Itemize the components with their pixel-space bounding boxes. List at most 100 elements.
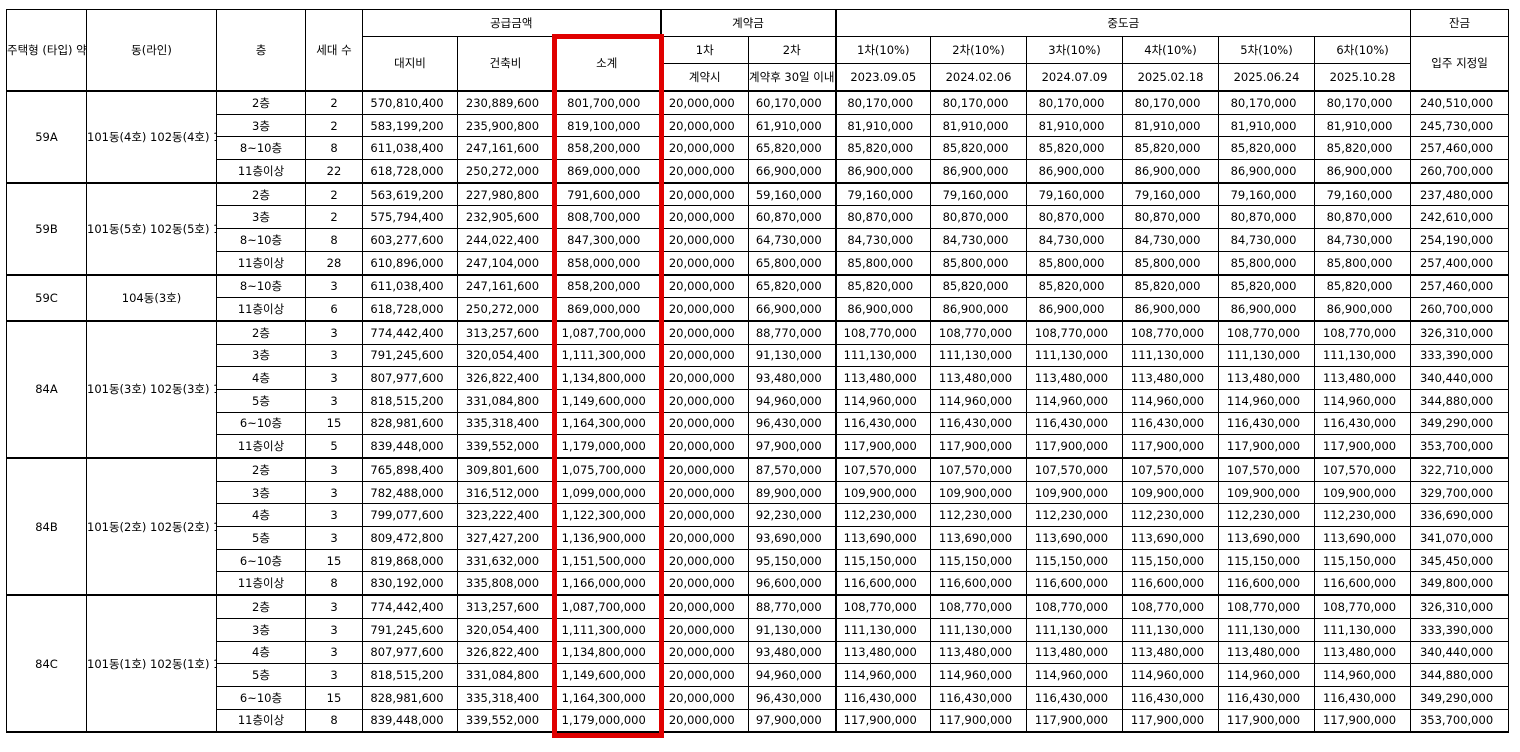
header-deposit: 계약금 [659,9,836,37]
middle-5-cell: 107,570,000 [1218,457,1315,482]
units-cell: 8 [305,136,363,161]
building-cell: 250,272,000 [457,159,554,184]
middle-1-cell: 108,770,000 [834,594,931,619]
floor-cell: 6~10층 [216,685,306,710]
middle-6-cell: 81,910,000 [1313,113,1412,138]
middle-4-cell: 80,870,000 [1122,205,1219,230]
middle-2-cell: 81,910,000 [930,113,1027,138]
header-middle-4-date: 2025.02.18 [1122,63,1219,92]
middle-6-cell: 113,480,000 [1313,640,1412,665]
land-cell: 791,245,600 [362,617,458,642]
middle-6-cell: 113,480,000 [1313,366,1412,390]
middle-6-cell: 117,900,000 [1313,708,1412,734]
middle-1-cell: 109,900,000 [834,480,931,505]
middle-4-cell: 107,570,000 [1122,457,1219,482]
middle-1-cell: 114,960,000 [834,388,931,413]
table-row: 59A101동(4호) 102동(4호) 103동(4호) 104동(2,5호)… [6,90,1510,184]
units-cell: 3 [305,640,363,665]
middle-5-cell: 114,960,000 [1218,663,1315,687]
deposit-2-cell: 66,900,000 [748,297,836,322]
units-cell: 5 [305,434,363,460]
middle-1-cell: 113,690,000 [834,526,931,550]
header-balance-when: 입주 지정일 [1410,36,1510,92]
middle-4-cell: 114,960,000 [1122,663,1219,687]
middle-3-cell: 79,160,000 [1026,182,1123,207]
deposit-2-cell: 64,730,000 [748,228,836,252]
land-cell: 791,245,600 [362,343,458,368]
units-cell: 3 [305,366,363,390]
middle-3-cell: 113,690,000 [1026,526,1123,550]
middle-5-cell: 111,130,000 [1218,617,1315,642]
subtotal-cell: 1,111,300,000 [553,617,661,642]
deposit-1-cell: 20,000,000 [659,457,749,482]
units-cell: 2 [305,182,363,207]
middle-4-cell: 115,150,000 [1122,548,1219,573]
middle-6-cell: 79,160,000 [1313,182,1412,207]
middle-5-cell: 85,800,000 [1218,250,1315,276]
building-cell: 326,822,400 [457,640,554,665]
land-cell: 818,515,200 [362,388,458,413]
balance-cell: 341,070,000 [1410,526,1510,550]
subtotal-cell: 1,164,300,000 [553,411,661,436]
middle-3-cell: 85,820,000 [1026,273,1123,299]
land-cell: 618,728,000 [362,159,458,184]
subtotal-cell: 819,100,000 [553,113,661,138]
balance-cell: 322,710,000 [1410,457,1510,482]
subtotal-cell: 858,200,000 [553,136,661,161]
middle-6-cell: 112,230,000 [1313,503,1412,528]
middle-5-cell: 80,870,000 [1218,205,1315,230]
land-cell: 839,448,000 [362,708,458,734]
middle-3-cell: 80,170,000 [1026,90,1123,115]
land-cell: 563,619,200 [362,182,458,207]
middle-1-cell: 116,600,000 [834,571,931,597]
floor-cell: 2층 [216,182,306,207]
middle-5-cell: 114,960,000 [1218,388,1315,413]
land-cell: 570,810,400 [362,90,458,115]
table-row: 84A101동(3호) 102동(3호) 103동(3호)2층3774,442,… [6,320,1510,460]
middle-1-cell: 80,170,000 [834,90,931,115]
middle-5-cell: 80,170,000 [1218,90,1315,115]
middle-4-cell: 117,900,000 [1122,708,1219,734]
subtotal-cell: 869,000,000 [553,159,661,184]
header-middle-2-date: 2024.02.06 [930,63,1027,92]
floor-cell: 2층 [216,594,306,619]
floor-cell: 11층이상 [216,297,306,322]
middle-6-cell: 107,570,000 [1313,457,1412,482]
middle-3-cell: 85,820,000 [1026,136,1123,161]
middle-3-cell: 116,600,000 [1026,571,1123,597]
header-deposit-2-when: 계약후 30일 이내 [748,63,836,92]
balance-cell: 257,460,000 [1410,136,1510,161]
deposit-2-cell: 92,230,000 [748,503,836,528]
type-cell: 84C [6,594,87,734]
middle-4-cell: 108,770,000 [1122,320,1219,345]
units-cell: 28 [305,250,363,276]
deposit-2-cell: 88,770,000 [748,594,836,619]
deposit-1-cell: 20,000,000 [659,297,749,322]
middle-6-cell: 85,820,000 [1313,273,1412,299]
subtotal-cell: 1,122,300,000 [553,503,661,528]
middle-4-cell: 113,480,000 [1122,366,1219,390]
deposit-1-cell: 20,000,000 [659,526,749,550]
balance-cell: 336,690,000 [1410,503,1510,528]
table-row: 11층이상 5 839,448,000 339,552,000 1,179,000,00… [7,434,1510,460]
table-row: 4층 3 807,977,600 326,822,400 1,134,800,000 20… [7,640,1510,665]
middle-2-cell: 116,430,000 [930,411,1027,436]
middle-6-cell: 111,130,000 [1313,343,1412,368]
subtotal-cell: 1,179,000,000 [553,708,661,734]
floor-cell: 8~10층 [216,273,306,299]
balance-cell: 260,700,000 [1410,297,1510,322]
middle-4-cell: 113,690,000 [1122,526,1219,550]
middle-1-cell: 113,480,000 [834,640,931,665]
middle-2-cell: 80,170,000 [930,90,1027,115]
land-cell: 611,038,400 [362,136,458,161]
middle-1-cell: 115,150,000 [834,548,931,573]
deposit-2-cell: 91,130,000 [748,617,836,642]
table-row: 3층 2 583,199,200 235,900,800 819,100,000 20,0… [7,113,1510,138]
floor-cell: 8~10층 [216,228,306,252]
table-row: 11층이상 8 839,448,000 339,552,000 1,179,000,00… [7,708,1510,734]
middle-4-cell: 86,900,000 [1122,297,1219,322]
subtotal-cell: 1,164,300,000 [553,685,661,710]
table-row: 59C 104동(3호) 8~10층 3 611,038,400 247,161,600 8… [6,273,1510,322]
units-cell: 8 [305,571,363,597]
floor-cell: 11층이상 [216,571,306,597]
